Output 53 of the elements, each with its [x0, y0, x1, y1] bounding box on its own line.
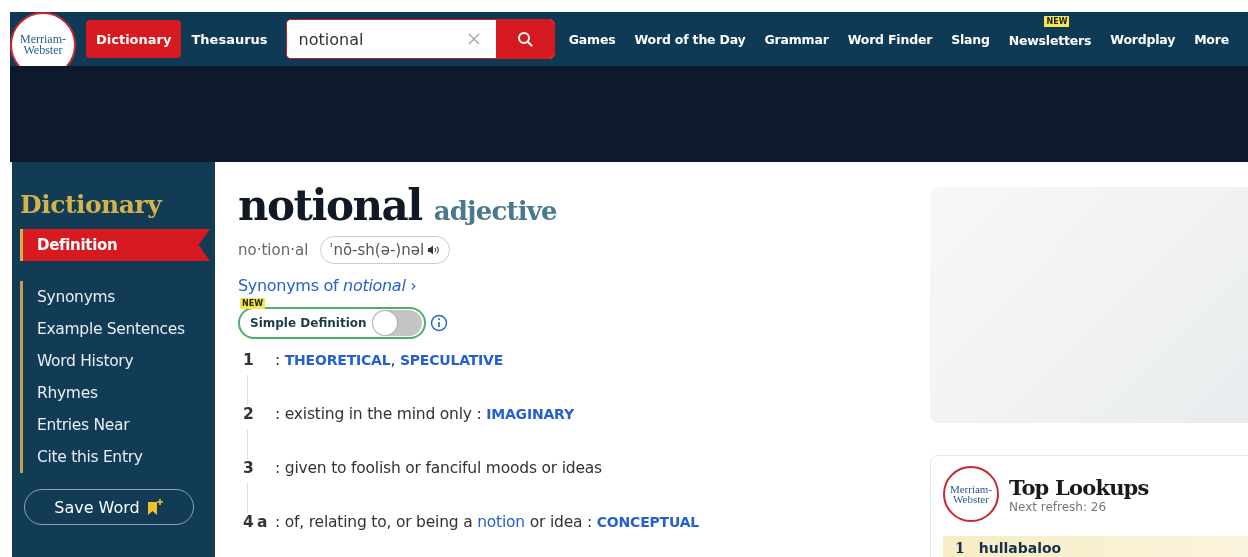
nav-link[interactable]: Wordplay: [1110, 31, 1176, 47]
definition-text: : given to foolish or fanciful moods or ideas: [275, 459, 602, 477]
sidebar-item[interactable]: Rhymes: [23, 377, 215, 409]
sidebar-item[interactable]: Entries Near: [23, 409, 215, 441]
sense-number: 1: [243, 351, 255, 369]
nav-link[interactable]: Slang: [951, 31, 990, 47]
cross-reference-link[interactable]: SPECULATIVE: [399, 352, 504, 368]
definition-text: : THEORETICAL, SPECULATIVE: [275, 351, 504, 369]
cross-reference-link[interactable]: IMAGINARY: [486, 406, 574, 422]
sense-number: 2: [243, 405, 255, 423]
search-button[interactable]: [495, 20, 554, 58]
headword: notional: [238, 180, 422, 232]
nav-link[interactable]: Word of the Day: [634, 31, 746, 47]
word-link[interactable]: notion: [477, 513, 525, 531]
logo[interactable]: Merriam- Webster: [943, 466, 999, 522]
sidebar-item[interactable]: Cite this Entry: [23, 441, 215, 473]
logo[interactable]: Merriam- Webster: [10, 12, 76, 66]
sense-number: 3: [243, 459, 255, 477]
refresh-text: Next refresh: 26: [1009, 499, 1108, 514]
nav-link[interactable]: Word Finder: [847, 31, 933, 47]
definition-text: : existing in the mind only : IMAGINARY: [275, 405, 574, 423]
clear-icon: [467, 33, 480, 45]
nav-link[interactable]: Grammar: [764, 31, 829, 47]
synonyms-link[interactable]: Synonyms of notional ›: [238, 276, 905, 295]
new-badge: NEW: [240, 298, 265, 309]
syllables-text: no·tion·al: [238, 241, 309, 259]
simple-definition-toggle[interactable]: Simple Definition: [238, 307, 426, 339]
sidebar-title: Dictionary: [20, 190, 164, 219]
search-bar[interactable]: notional: [285, 19, 555, 59]
definition-text: : of, relating to, or being a notion or idea : CONCEPTUAL: [275, 513, 700, 531]
cross-reference-link[interactable]: THEORETICAL: [284, 352, 391, 368]
sidebar-item[interactable]: Synonyms: [23, 281, 215, 313]
toggle-switch[interactable]: [371, 310, 422, 336]
sidebar-item[interactable]: Word History: [23, 345, 215, 377]
sidebar-item[interactable]: Definition: [20, 229, 210, 261]
lookup-row[interactable]: 1 hullabaloo: [943, 536, 1248, 557]
nav-link[interactable]: Games: [568, 31, 616, 47]
bookmark-plus-icon: [145, 498, 164, 516]
speaker-icon: [427, 245, 442, 255]
toggle-label: Simple Definition: [250, 316, 367, 330]
nav-link[interactable]: More: [1194, 31, 1229, 47]
info-icon: [429, 314, 448, 332]
card-title: Top Lookups: [1009, 474, 1149, 500]
nav-link[interactable]: Newsletters: [1008, 32, 1092, 48]
tab[interactable]: Thesaurus: [181, 20, 278, 58]
sidebar-item[interactable]: Example Sentences: [23, 313, 215, 345]
search-icon: [516, 31, 533, 47]
sense-number: 4: [243, 513, 255, 531]
sense-letter: a: [257, 513, 269, 531]
new-badge: NEW: [1044, 15, 1070, 27]
part-of-speech-link[interactable]: adjective: [433, 196, 557, 226]
cross-reference-link[interactable]: CONCEPTUAL: [596, 514, 700, 530]
tab[interactable]: Dictionary: [86, 20, 182, 58]
